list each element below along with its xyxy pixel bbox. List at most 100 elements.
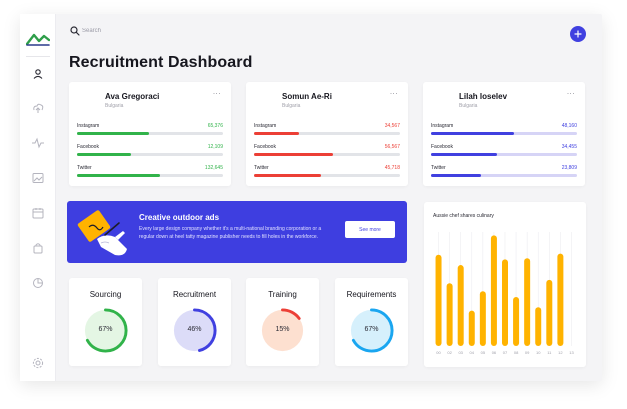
chart-bar xyxy=(535,307,542,346)
search-input[interactable] xyxy=(82,24,202,38)
add-button[interactable] xyxy=(570,26,586,42)
stat-track xyxy=(431,153,577,156)
chart-bar xyxy=(524,258,531,346)
banner-text: Every large design company whether it's … xyxy=(139,226,322,240)
stat-row-instagram: Instagram 65,376 xyxy=(77,123,223,139)
stat-value: 45,718 xyxy=(384,165,400,171)
profile-card[interactable]: Lilah loselev Bulgaria ... Instagram 48,… xyxy=(423,82,585,186)
chart-bar xyxy=(546,279,553,346)
page-title: Recruitment Dashboard xyxy=(69,54,253,71)
upload-icon[interactable] xyxy=(31,101,45,115)
calendar-icon[interactable] xyxy=(31,206,45,220)
bar-chart-card: 00 02 03 04 05 06 07 08 09 10 11 12 13 Aussie chef s… xyxy=(424,202,586,367)
metric-value: 15% xyxy=(275,326,290,333)
chart-tick-label: 10 xyxy=(536,350,541,355)
activity-icon[interactable] xyxy=(31,136,45,150)
more-menu-icon[interactable]: ... xyxy=(567,88,575,96)
chart-tick-label: 08 xyxy=(514,350,519,355)
stat-track xyxy=(431,174,577,177)
stat-label: Facebook xyxy=(254,144,276,150)
more-menu-icon[interactable]: ... xyxy=(390,88,398,96)
metric-title: Sourcing xyxy=(89,290,122,299)
metric-card-recruitment[interactable]: Recruitment 46% xyxy=(158,278,231,366)
chart-bar xyxy=(435,254,442,346)
profile-location: Bulgaria xyxy=(459,103,478,109)
stat-label: Facebook xyxy=(77,144,99,150)
stat-track xyxy=(77,153,223,156)
stat-bar xyxy=(431,153,497,156)
chart-bar xyxy=(468,310,475,346)
profile-name: Ava Gregoraci xyxy=(105,92,160,101)
plus-icon xyxy=(574,30,582,38)
profile-name: Lilah loselev xyxy=(459,92,508,101)
chart-tick-label: 04 xyxy=(470,350,475,355)
metric-card-training[interactable]: Training 15% xyxy=(246,278,319,366)
stat-bar xyxy=(254,132,300,135)
metric-title: Requirements xyxy=(346,290,397,299)
image-icon[interactable] xyxy=(31,171,45,185)
profile-card[interactable]: Ava Gregoraci Bulgaria ... Instagram 65,… xyxy=(69,82,231,186)
metric-value: 67% xyxy=(364,326,379,333)
stat-track xyxy=(77,132,223,135)
app-window: Recruitment Dashboard Ava Gregoraci Bulg… xyxy=(20,14,602,381)
metric-title: Recruitment xyxy=(172,290,217,299)
more-menu-icon[interactable]: ... xyxy=(213,88,221,96)
profile-card[interactable]: Somun Ae-Ri Bulgaria ... Instagram 34,56… xyxy=(246,82,408,186)
chart-bar xyxy=(557,253,564,346)
stat-track xyxy=(77,174,223,177)
chart-bar xyxy=(502,259,508,346)
stat-value: 34,455 xyxy=(561,144,577,150)
stat-row-twitter: Twitter 23,809 xyxy=(431,165,577,181)
stat-value: 48,160 xyxy=(561,123,577,129)
stat-row-twitter: Twitter 45,718 xyxy=(254,165,400,181)
stat-bar xyxy=(254,153,333,156)
promo-banner: Creative outdoor ads Every large design … xyxy=(67,201,407,263)
chart-title: Aussie chef shares culinary xyxy=(433,213,494,219)
chart-tick-label: 06 xyxy=(492,350,497,355)
stat-bar xyxy=(77,132,149,135)
sidebar xyxy=(20,14,56,381)
chart-tick-label: 11 xyxy=(547,350,552,355)
metric-card-requirements[interactable]: Requirements 67% xyxy=(335,278,408,366)
bar-chart: 00 02 03 04 05 06 07 08 09 10 11 12 13 xyxy=(435,232,574,355)
banner-title: Creative outdoor ads xyxy=(139,213,220,222)
metric-card-sourcing[interactable]: Sourcing 67% xyxy=(69,278,142,366)
stat-row-twitter: Twitter 132,645 xyxy=(77,165,223,181)
stat-label: Twitter xyxy=(431,165,446,171)
stat-label: Instagram xyxy=(431,123,454,129)
stat-value: 12,109 xyxy=(207,144,223,150)
user-icon[interactable] xyxy=(31,67,45,81)
profile-location: Bulgaria xyxy=(282,103,301,109)
stat-label: Twitter xyxy=(254,165,269,171)
stat-label: Twitter xyxy=(77,165,92,171)
stat-label: Facebook xyxy=(431,144,453,150)
chart-tick-label: 07 xyxy=(503,350,508,355)
stat-bar xyxy=(431,132,515,135)
bag-icon[interactable] xyxy=(31,241,45,255)
stat-row-facebook: Facebook 12,109 xyxy=(77,144,223,160)
chart-bar xyxy=(513,296,520,346)
sidebar-divider xyxy=(26,56,50,57)
stat-row-instagram: Instagram 48,160 xyxy=(431,123,577,139)
chart-bar xyxy=(490,235,497,346)
settings-icon[interactable] xyxy=(31,356,45,370)
stat-value: 23,809 xyxy=(561,165,577,171)
stat-value: 56,567 xyxy=(384,144,400,150)
stat-label: Instagram xyxy=(77,123,100,129)
stat-value: 65,376 xyxy=(207,123,223,129)
pie-chart-icon[interactable] xyxy=(31,276,45,290)
chart-tick-label: 03 xyxy=(458,350,463,355)
stat-row-instagram: Instagram 34,567 xyxy=(254,123,400,139)
stat-row-facebook: Facebook 56,567 xyxy=(254,144,400,160)
profile-name: Somun Ae-Ri xyxy=(282,92,332,101)
chart-tick-label: 02 xyxy=(447,350,452,355)
stat-track xyxy=(254,132,400,135)
metric-value: 67% xyxy=(98,326,113,333)
search-icon xyxy=(70,26,80,36)
brand-logo[interactable] xyxy=(26,32,50,46)
see-more-button[interactable]: See more xyxy=(345,221,395,238)
chart-bar xyxy=(479,291,486,346)
chart-bar xyxy=(457,265,464,346)
chart-tick-label: 05 xyxy=(481,350,486,355)
stat-label: Instagram xyxy=(254,123,277,129)
